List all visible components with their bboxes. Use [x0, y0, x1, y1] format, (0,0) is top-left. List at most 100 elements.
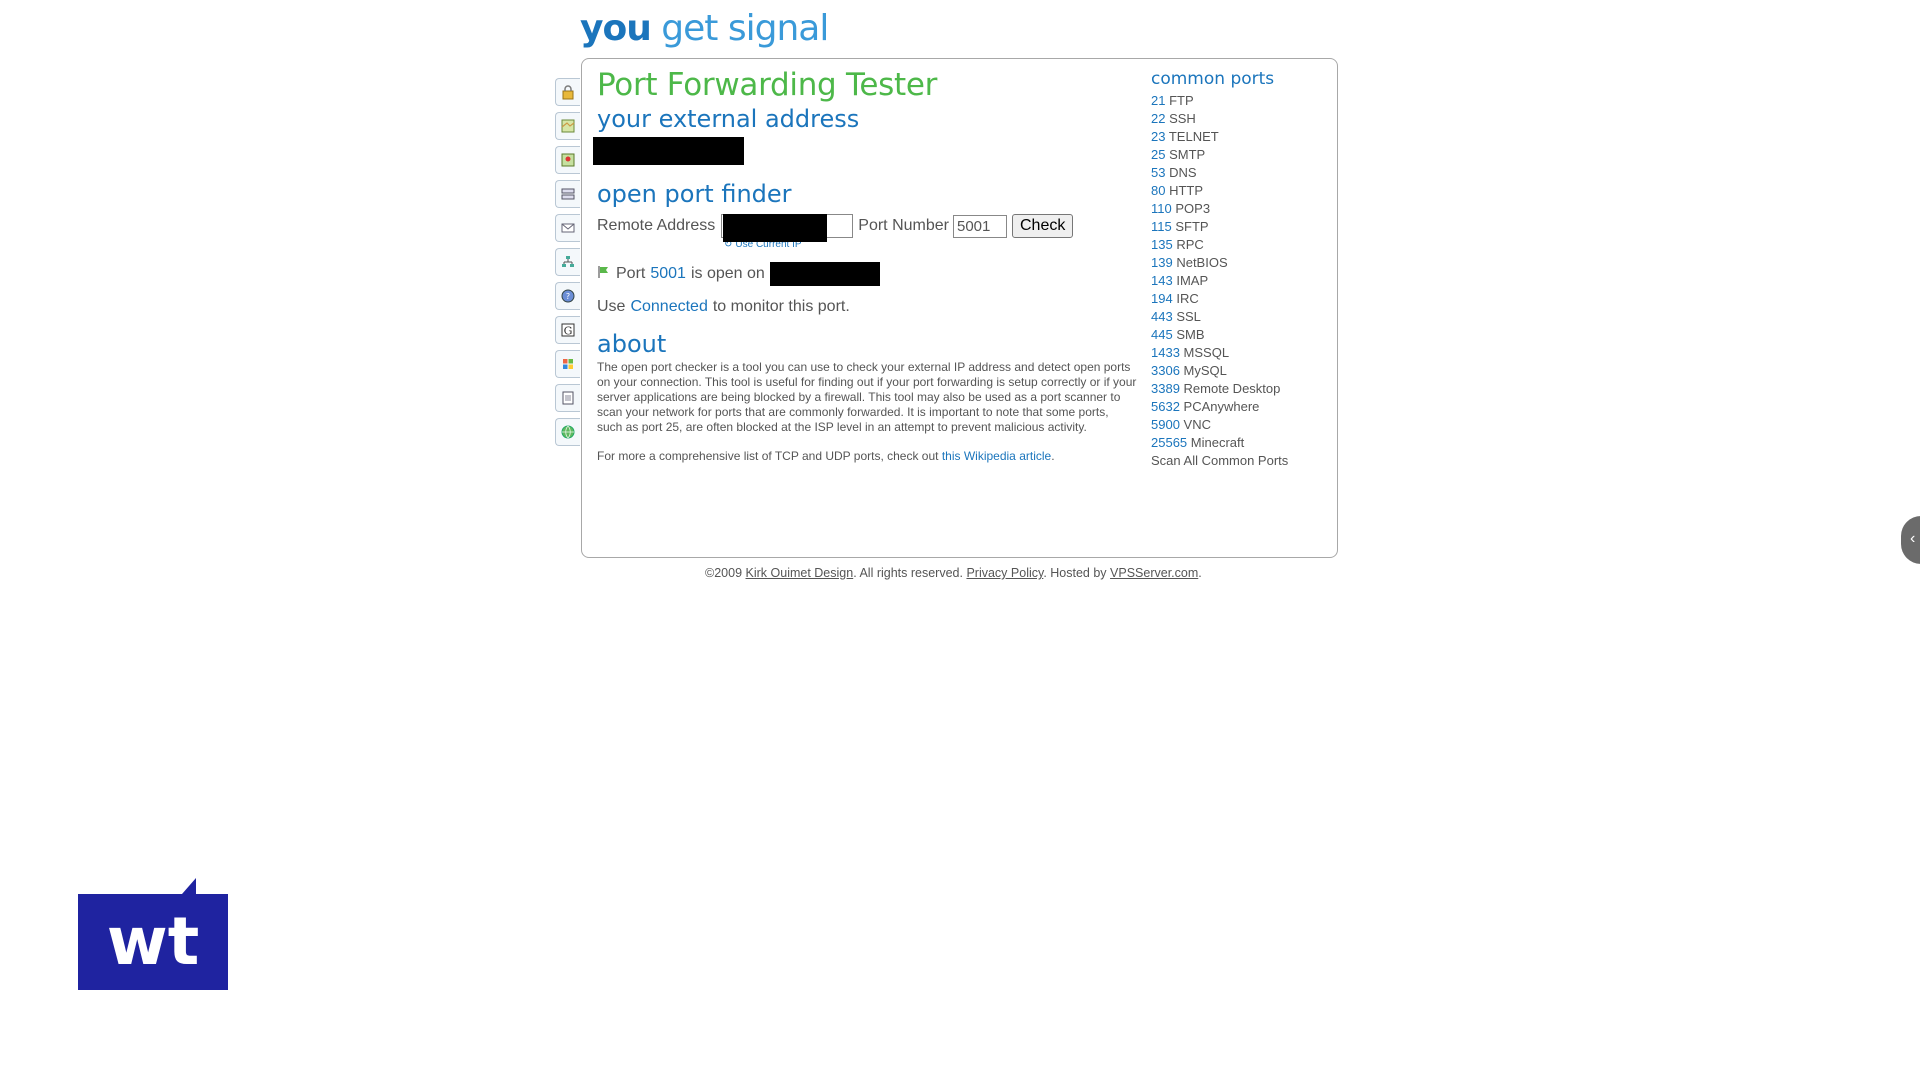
windows-icon[interactable] — [555, 350, 580, 378]
result-suffix: is open on — [690, 265, 765, 282]
logo-rest: get signal — [661, 8, 829, 49]
port-item[interactable]: 1433 MSSQL — [1151, 344, 1331, 362]
content-column: Port Forwarding Tester your external add… — [593, 67, 1137, 464]
check-button[interactable]: Check — [1011, 214, 1074, 238]
connected-line: Use Connected to monitor this port. — [597, 298, 1137, 316]
port-item[interactable]: 5900 VNC — [1151, 416, 1331, 434]
port-item[interactable]: 23 TELNET — [1151, 128, 1331, 146]
external-address-heading: your external address — [597, 105, 860, 133]
port-number[interactable]: 445 — [1151, 327, 1173, 342]
more-info-prefix: For more a comprehensive list of TCP and… — [597, 449, 939, 463]
port-number[interactable]: 25565 — [1151, 435, 1187, 450]
port-item[interactable]: 53 DNS — [1151, 164, 1331, 182]
port-number[interactable]: 25 — [1151, 147, 1165, 162]
vpsserver-link[interactable]: VPSServer.com — [1110, 566, 1198, 580]
port-number[interactable]: 5632 — [1151, 399, 1180, 414]
port-item[interactable]: 194 IRC — [1151, 290, 1331, 308]
port-check-form: Remote Address Port Number Check — [597, 214, 1137, 242]
port-service-name: SSH — [1169, 111, 1196, 126]
connected-link[interactable]: Connected — [630, 298, 707, 316]
redacted-open-host — [769, 262, 880, 286]
logo-you: you — [580, 8, 652, 49]
port-service-name: SMTP — [1169, 147, 1206, 162]
port-number[interactable]: 194 — [1151, 291, 1173, 306]
about-paragraph: The open port checker is a tool you can … — [597, 360, 1137, 434]
lock-icon[interactable] — [555, 78, 580, 106]
more-info-line: For more a comprehensive list of TCP and… — [597, 449, 1137, 464]
port-item[interactable]: 80 HTTP — [1151, 182, 1331, 200]
document-icon[interactable] — [555, 384, 580, 412]
wt-logo[interactable]: wt — [78, 878, 228, 990]
port-number[interactable]: 21 — [1151, 93, 1165, 108]
port-item[interactable]: 5632 PCAnywhere — [1151, 398, 1331, 416]
network-icon[interactable] — [555, 248, 580, 276]
result-port-link[interactable]: 5001 — [650, 265, 686, 283]
port-number-label: Port Number — [858, 217, 949, 234]
port-item[interactable]: 22 SSH — [1151, 110, 1331, 128]
floating-side-tab[interactable]: ‹ — [1901, 516, 1920, 564]
map-location-icon[interactable] — [555, 146, 580, 174]
port-item[interactable]: 25 SMTP — [1151, 146, 1331, 164]
port-number[interactable]: 5900 — [1151, 417, 1180, 432]
port-item[interactable]: 143 IMAP — [1151, 272, 1331, 290]
port-service-name: SFTP — [1175, 219, 1209, 234]
google-icon[interactable]: G — [555, 316, 580, 344]
privacy-policy-link[interactable]: Privacy Policy — [966, 566, 1043, 580]
port-number[interactable]: 115 — [1151, 219, 1172, 234]
port-service-name: TELNET — [1168, 129, 1219, 144]
remote-address-label: Remote Address — [597, 217, 716, 234]
port-service-name: PCAnywhere — [1183, 399, 1260, 414]
site-logo[interactable]: you get signal — [580, 8, 829, 56]
footer-copyright: ©2009 — [705, 566, 743, 580]
port-item[interactable]: 21 FTP — [1151, 92, 1331, 110]
port-number[interactable]: 135 — [1151, 237, 1173, 252]
port-number[interactable]: 143 — [1151, 273, 1173, 288]
kirk-ouimet-link[interactable]: Kirk Ouimet Design — [746, 566, 854, 580]
port-service-name: VNC — [1183, 417, 1211, 432]
port-item[interactable]: 135 RPC — [1151, 236, 1331, 254]
port-item[interactable]: 443 SSL — [1151, 308, 1331, 326]
about-heading: about — [597, 330, 667, 358]
port-number[interactable]: 22 — [1151, 111, 1165, 126]
wikipedia-link[interactable]: this Wikipedia article — [942, 449, 1051, 463]
port-item[interactable]: 25565 Minecraft — [1151, 434, 1331, 452]
port-item[interactable]: 445 SMB — [1151, 326, 1331, 344]
mail-icon[interactable] — [555, 214, 580, 242]
port-number[interactable]: 443 — [1151, 309, 1173, 324]
scan-all-ports-link[interactable]: Scan All Common Ports — [1151, 452, 1331, 470]
port-number[interactable]: 53 — [1151, 165, 1165, 180]
result-prefix: Port — [616, 265, 646, 282]
port-service-name: MySQL — [1183, 363, 1227, 378]
port-service-name: Remote Desktop — [1183, 381, 1281, 396]
port-item[interactable]: 115 SFTP — [1151, 218, 1331, 236]
tool-sidebar: ? G — [555, 78, 583, 452]
port-number[interactable]: 80 — [1151, 183, 1165, 198]
port-item[interactable]: 3306 MySQL — [1151, 362, 1331, 380]
port-number-input[interactable] — [952, 214, 1007, 238]
port-service-name: MSSQL — [1183, 345, 1230, 360]
wt-logo-text: wt — [107, 903, 200, 980]
port-item[interactable]: 3389 Remote Desktop — [1151, 380, 1331, 398]
port-service-name: FTP — [1169, 93, 1194, 108]
footer-end: . — [1198, 566, 1202, 580]
port-number[interactable]: 1433 — [1151, 345, 1180, 360]
svg-text:?: ? — [566, 292, 570, 301]
whois-icon[interactable]: ? — [555, 282, 580, 310]
port-number[interactable]: 23 — [1151, 129, 1165, 144]
port-number[interactable]: 3306 — [1151, 363, 1180, 378]
redacted-remote-address — [723, 214, 828, 242]
port-service-name: POP3 — [1175, 201, 1211, 216]
server-icon[interactable] — [555, 180, 580, 208]
port-number[interactable]: 139 — [1151, 255, 1173, 270]
port-service-name: Minecraft — [1190, 435, 1245, 450]
port-item[interactable]: 139 NetBIOS — [1151, 254, 1331, 272]
port-number[interactable]: 110 — [1151, 201, 1172, 216]
main-panel: Port Forwarding Tester your external add… — [581, 58, 1338, 558]
port-service-name: RPC — [1176, 237, 1204, 252]
globe-icon[interactable] — [555, 418, 580, 446]
footer-rights: . All rights reserved. — [853, 566, 963, 580]
port-item[interactable]: 110 POP3 — [1151, 200, 1331, 218]
port-service-name: SMB — [1176, 327, 1205, 342]
map-icon[interactable] — [555, 112, 580, 140]
port-number[interactable]: 3389 — [1151, 381, 1180, 396]
